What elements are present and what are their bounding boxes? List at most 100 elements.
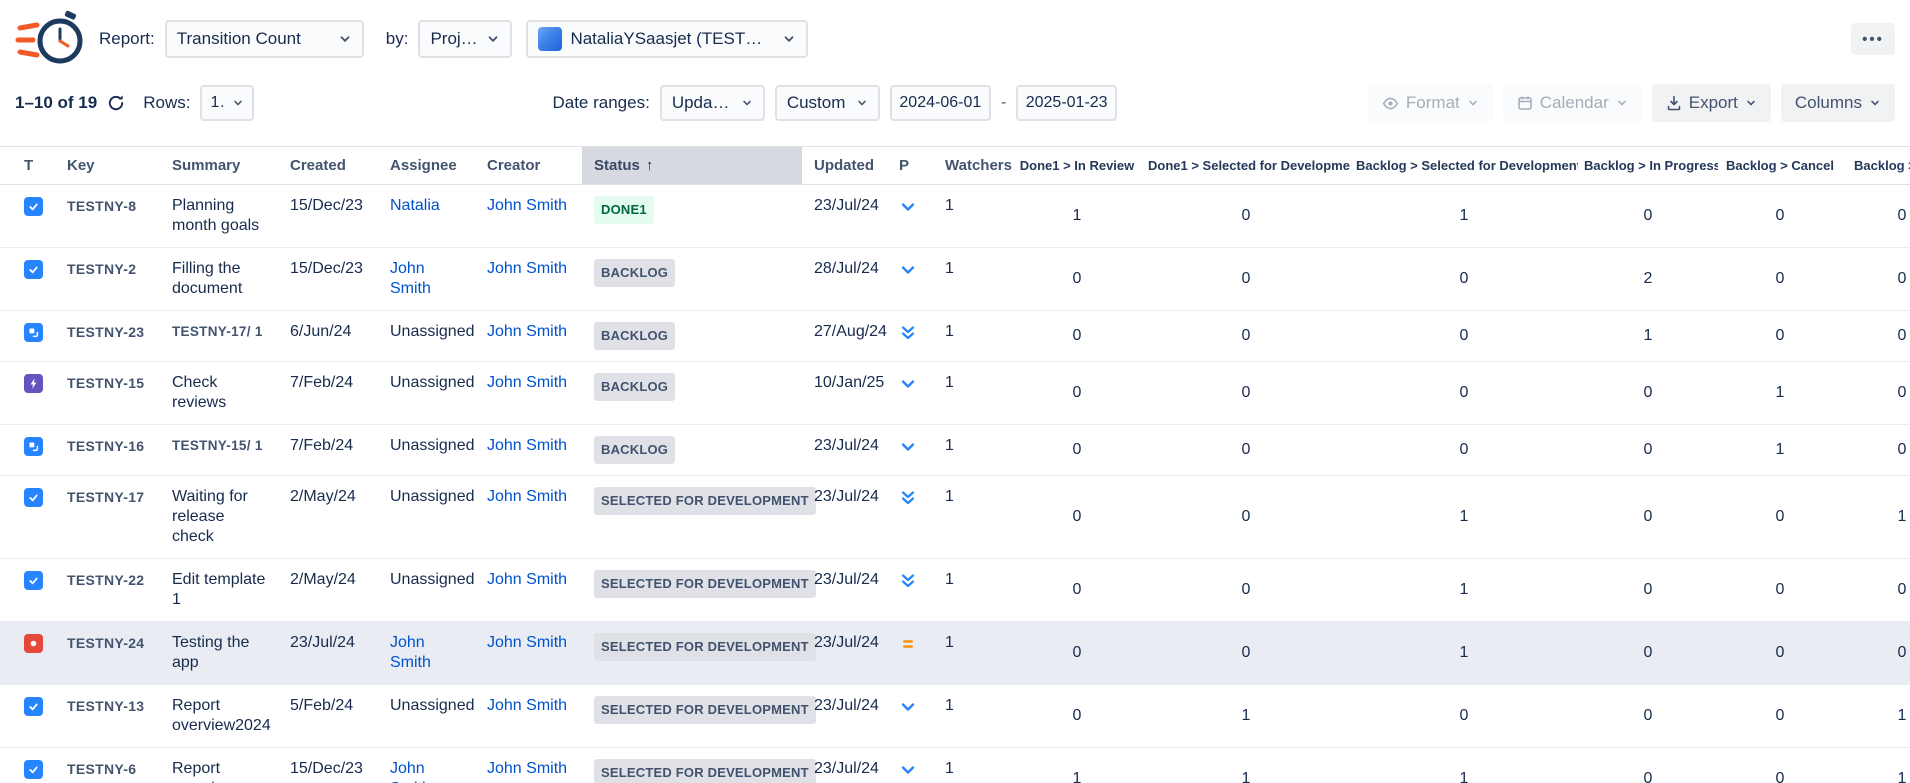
column-header-priority[interactable]: P: [887, 147, 933, 185]
format-button-label: Format: [1406, 93, 1460, 113]
creator[interactable]: John Smith: [487, 488, 567, 505]
transition-count: 0: [1578, 476, 1718, 559]
creator[interactable]: John Smith: [487, 634, 567, 651]
chevron-down-icon: [1467, 97, 1479, 109]
column-header-transition-5[interactable]: Backlog > Cancel: [1718, 147, 1842, 185]
subtask-type-icon: [24, 323, 43, 342]
low-priority-icon: [899, 698, 917, 716]
column-header-updated[interactable]: Updated: [802, 147, 887, 185]
project-select[interactable]: NataliaYSaasjet (TESTNY): [526, 20, 808, 58]
creator[interactable]: John Smith: [487, 571, 567, 588]
creator[interactable]: John Smith: [487, 437, 567, 454]
lowest-priority: [899, 324, 921, 342]
column-header-key[interactable]: Key: [55, 147, 160, 185]
low-priority-icon: [899, 198, 917, 216]
issue-summary[interactable]: Filling the document: [172, 260, 242, 297]
column-header-transition-3[interactable]: Backlog > Selected for Development: [1350, 147, 1578, 185]
task-type-icon: [24, 697, 43, 716]
updated-date: 23/Jul/24: [802, 748, 887, 783]
date-separator: -: [1001, 94, 1006, 112]
issue-summary[interactable]: Report overview2024: [172, 697, 271, 734]
more-actions-button[interactable]: •••: [1851, 23, 1895, 55]
creator[interactable]: John Smith: [487, 760, 567, 777]
assignee[interactable]: Natalia: [390, 197, 440, 214]
column-header-type[interactable]: T: [0, 147, 55, 185]
updated-date: 23/Jul/24: [802, 476, 887, 559]
group-by-select[interactable]: Project: [418, 20, 512, 58]
updated-date: 23/Jul/24: [802, 425, 887, 476]
issue-summary[interactable]: Report overview: [172, 760, 235, 783]
assignee[interactable]: John Smith: [390, 760, 431, 783]
date-from-input[interactable]: 2024-06-01: [890, 85, 991, 121]
rows-per-page-select[interactable]: 10: [200, 85, 254, 121]
column-header-transition-1[interactable]: Done1 > In Review: [1012, 147, 1142, 185]
column-header-assignee[interactable]: Assignee: [378, 147, 475, 185]
transition-count: 0: [1718, 185, 1842, 248]
transition-count: 0: [1578, 559, 1718, 622]
assignee[interactable]: John Smith: [390, 634, 431, 671]
low-priority: [899, 198, 921, 216]
issue-summary[interactable]: Planning month goals: [172, 197, 259, 234]
date-mode-value: Custom: [787, 93, 848, 113]
creator[interactable]: John Smith: [487, 260, 567, 277]
creator[interactable]: John Smith: [487, 697, 567, 714]
issue-summary[interactable]: Edit template 1: [172, 571, 265, 608]
date-to-input[interactable]: 2025-01-23: [1016, 85, 1117, 121]
issue-summary[interactable]: Waiting for release check: [172, 488, 248, 545]
medium-priority-icon: [899, 635, 917, 653]
pagination-text: 1–10 of 19: [15, 93, 97, 113]
columns-button[interactable]: Columns: [1781, 84, 1895, 122]
date-mode-select[interactable]: Custom: [775, 85, 880, 121]
task-icon: [27, 491, 40, 504]
column-header-summary[interactable]: Summary: [160, 147, 278, 185]
project-select-value: NataliaYSaasjet (TESTNY): [570, 29, 774, 49]
table-row: TESTNY-8 Planning month goals 15/Dec/23 …: [0, 185, 1910, 248]
column-header-transition-4[interactable]: Backlog > In Progress: [1578, 147, 1718, 185]
task-type-icon: [24, 571, 43, 590]
date-ranges-label: Date ranges:: [552, 93, 649, 113]
transition-count: 1: [1578, 311, 1718, 362]
refresh-icon[interactable]: [107, 94, 125, 112]
column-header-created[interactable]: Created: [278, 147, 378, 185]
status-badge: SELECTED FOR DEVELOPMENT: [594, 487, 816, 515]
task-icon: [27, 574, 40, 587]
created-date: 15/Dec/23: [278, 185, 378, 248]
column-header-transition-6[interactable]: Backlog > C: [1842, 147, 1910, 185]
creator[interactable]: John Smith: [487, 197, 567, 214]
column-header-transition-2[interactable]: Done1 > Selected for Development: [1142, 147, 1350, 185]
column-header-watchers[interactable]: Watchers: [933, 147, 1012, 185]
export-button[interactable]: Export: [1652, 84, 1771, 122]
watchers-count: 1: [933, 685, 1012, 748]
issue-key: TESTNY-16: [67, 438, 144, 454]
updated-date: 10/Jan/25: [802, 362, 887, 425]
transition-count: 0: [1842, 248, 1910, 311]
transition-count: 0: [1718, 311, 1842, 362]
status-badge: SELECTED FOR DEVELOPMENT: [594, 759, 816, 783]
column-header-creator[interactable]: Creator: [475, 147, 582, 185]
issue-summary[interactable]: Testing the app: [172, 634, 249, 671]
chevron-down-icon: [232, 97, 244, 109]
status-badge: SELECTED FOR DEVELOPMENT: [594, 570, 816, 598]
chevron-down-icon: [338, 32, 352, 46]
project-avatar: [538, 27, 562, 51]
transition-count: 1: [1012, 748, 1142, 783]
calendar-button-label: Calendar: [1540, 93, 1609, 113]
lowest-priority: [899, 489, 921, 507]
transition-count: 0: [1142, 248, 1350, 311]
report-select[interactable]: Transition Count: [165, 20, 364, 58]
date-field-select[interactable]: Updated: [660, 85, 765, 121]
creator[interactable]: John Smith: [487, 323, 567, 340]
column-header-status[interactable]: Status↑: [582, 147, 802, 185]
creator[interactable]: John Smith: [487, 374, 567, 391]
watchers-count: 1: [933, 559, 1012, 622]
transition-count: 0: [1142, 622, 1350, 685]
transition-count: 1: [1350, 748, 1578, 783]
assignee[interactable]: John Smith: [390, 260, 431, 297]
watchers-count: 1: [933, 622, 1012, 685]
by-label: by:: [386, 29, 409, 49]
transition-count: 0: [1578, 748, 1718, 783]
transition-count: 1: [1012, 185, 1142, 248]
transition-count: 1: [1842, 685, 1910, 748]
columns-button-label: Columns: [1795, 93, 1862, 113]
issue-summary[interactable]: Check reviews: [172, 374, 226, 411]
